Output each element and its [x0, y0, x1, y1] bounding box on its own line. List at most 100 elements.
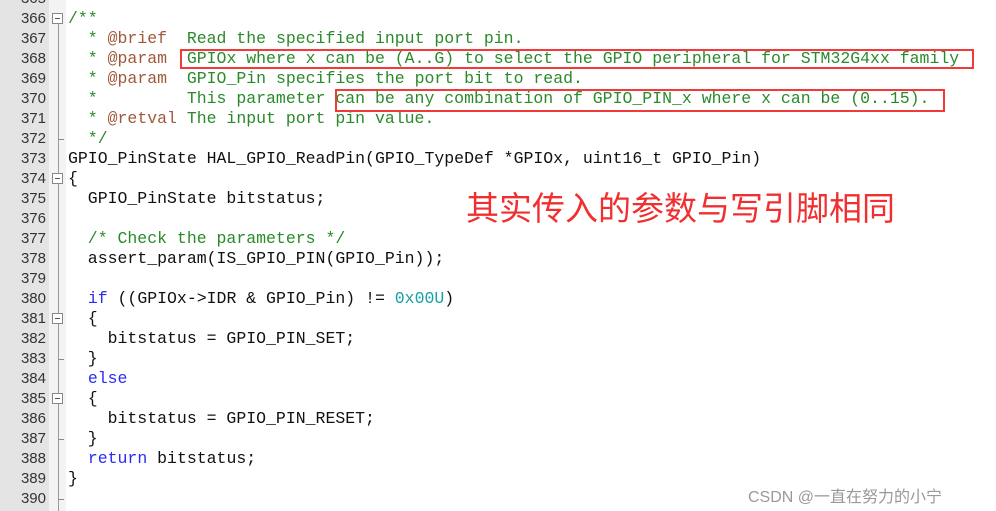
token-text: GPIO_PinState bitstatus;	[68, 189, 326, 208]
line-number: 384	[20, 370, 46, 387]
line-number: 390	[20, 490, 46, 507]
code-line[interactable]: 371 * @retval The input port pin value.	[0, 109, 996, 129]
token-text: bitstatus;	[147, 449, 257, 468]
token-text: assert_param(IS_GPIO_PIN(GPIO_Pin));	[68, 249, 445, 268]
line-number: 385	[20, 390, 46, 407]
fold-collapse-icon[interactable]	[52, 313, 63, 324]
line-number: 368	[20, 50, 46, 67]
line-number: 380	[20, 290, 46, 307]
token-comment: /* Check the parameters */	[68, 229, 346, 248]
code-line[interactable]: 385 {	[0, 389, 996, 409]
code-text: bitstatus = GPIO_PIN_RESET;	[68, 409, 375, 429]
fold-collapse-icon[interactable]	[52, 393, 63, 404]
code-line[interactable]: 386 bitstatus = GPIO_PIN_RESET;	[0, 409, 996, 429]
token-text: bitstatus = GPIO_PIN_SET;	[68, 329, 356, 348]
fold-end-marker-icon	[58, 139, 64, 140]
line-number: 374	[20, 170, 46, 187]
line-number: 369	[20, 70, 46, 87]
code-text: assert_param(IS_GPIO_PIN(GPIO_Pin));	[68, 249, 444, 269]
token-text: GPIO_PinState HAL_GPIO_ReadPin(GPIO_Type…	[68, 149, 762, 168]
token-tag: @param	[107, 49, 168, 68]
token-comment: *	[68, 69, 108, 88]
code-text: }	[68, 349, 98, 369]
line-number: 387	[20, 430, 46, 447]
code-text: * @brief Read the specified input port p…	[68, 29, 524, 49]
token-text: ((GPIOx->IDR & GPIO_Pin) !=	[107, 289, 395, 308]
code-line[interactable]: 379	[0, 269, 996, 289]
code-line[interactable]: 372 */	[0, 129, 996, 149]
code-line[interactable]: 382 bitstatus = GPIO_PIN_SET;	[0, 329, 996, 349]
code-text: {	[68, 389, 98, 409]
token-comment: */	[68, 129, 108, 148]
token-text: }	[68, 469, 78, 488]
code-line[interactable]: 387 }	[0, 429, 996, 449]
token-comment: *	[68, 29, 108, 48]
line-number: 373	[20, 150, 46, 167]
token-text: }	[68, 349, 98, 368]
code-line[interactable]: 388 return bitstatus;	[0, 449, 996, 469]
code-text: {	[68, 169, 78, 189]
fold-end-marker-icon	[58, 499, 64, 500]
line-number: 378	[20, 250, 46, 267]
line-number: 377	[20, 230, 46, 247]
token-comment: /**	[68, 9, 98, 28]
line-number: 367	[20, 30, 46, 47]
fold-collapse-icon[interactable]	[52, 173, 63, 184]
code-line[interactable]: 366 /**	[0, 9, 996, 29]
csdn-watermark: CSDN @一直在努力的小宁	[748, 489, 943, 506]
token-kw: return	[87, 449, 148, 468]
line-number: 381	[20, 310, 46, 327]
fold-end-marker-icon	[58, 439, 64, 440]
line-number: 386	[20, 410, 46, 427]
annotation-text: 其实传入的参数与写引脚相同	[466, 189, 895, 228]
line-number: 379	[20, 270, 46, 287]
highlight-box-gpio-pin-param	[335, 89, 945, 112]
code-text: */	[68, 129, 108, 149]
line-number: 371	[20, 110, 46, 127]
code-line[interactable]: 383 }	[0, 349, 996, 369]
highlight-box-gpiox-param	[180, 49, 974, 69]
code-text: /**	[68, 9, 98, 29]
line-number: 376	[20, 210, 46, 227]
token-num: 0x00U	[394, 289, 445, 308]
code-text: else	[68, 369, 128, 389]
token-text: )	[444, 289, 455, 308]
code-text: }	[68, 469, 78, 489]
token-text: {	[68, 309, 98, 328]
code-line[interactable]: 365	[0, 0, 996, 9]
code-line[interactable]: 378 assert_param(IS_GPIO_PIN(GPIO_Pin));	[0, 249, 996, 269]
code-text: GPIO_PinState HAL_GPIO_ReadPin(GPIO_Type…	[68, 149, 761, 169]
code-line[interactable]: 381 {	[0, 309, 996, 329]
fold-end-marker-icon	[58, 359, 64, 360]
code-line[interactable]: 377 /* Check the parameters */	[0, 229, 996, 249]
code-line[interactable]: 380 if ((GPIOx->IDR & GPIO_Pin) != 0x00U…	[0, 289, 996, 309]
fold-collapse-icon[interactable]	[52, 13, 63, 24]
token-kw: else	[87, 369, 128, 388]
line-number: 375	[20, 190, 46, 207]
code-text: bitstatus = GPIO_PIN_SET;	[68, 329, 356, 349]
token-text: {	[68, 389, 98, 408]
line-number: 389	[20, 470, 46, 487]
token-tag: @brief	[107, 29, 168, 48]
code-line[interactable]: 373 GPIO_PinState HAL_GPIO_ReadPin(GPIO_T…	[0, 149, 996, 169]
code-text: * @retval The input port pin value.	[68, 109, 435, 129]
line-number: 366	[20, 10, 46, 27]
code-text: * @param GPIO_Pin specifies the port bit…	[68, 69, 583, 89]
code-line[interactable]: 384 else	[0, 369, 996, 389]
code-line[interactable]: 367 * @brief Read the specified input po…	[0, 29, 996, 49]
token-comment: *	[68, 109, 108, 128]
code-line[interactable]: 369 * @param GPIO_Pin specifies the port…	[0, 69, 996, 89]
token-text: bitstatus = GPIO_PIN_RESET;	[68, 409, 375, 428]
code-text: return bitstatus;	[68, 449, 256, 469]
token-text: }	[68, 429, 98, 448]
token-tag: @retval	[107, 109, 177, 128]
token-comment: Read the specified input port pin.	[167, 29, 524, 48]
code-text: /* Check the parameters */	[68, 229, 345, 249]
token-comment: *	[68, 49, 108, 68]
line-number: 382	[20, 330, 46, 347]
line-number: 372	[20, 130, 46, 147]
code-text: {	[68, 309, 98, 329]
